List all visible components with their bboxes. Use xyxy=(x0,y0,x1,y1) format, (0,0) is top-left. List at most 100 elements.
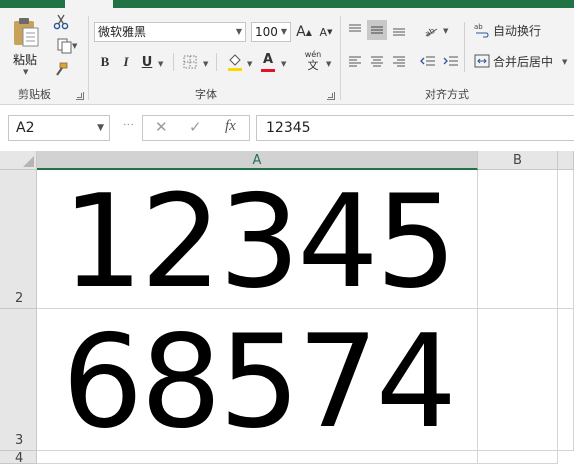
merge-center-label: 合并后居中 xyxy=(493,54,554,69)
align-left-button[interactable] xyxy=(345,51,365,71)
orientation-button[interactable]: ab xyxy=(420,20,442,40)
group-divider xyxy=(88,16,89,100)
group-divider xyxy=(340,16,341,100)
phonetic-sub-label: 文 xyxy=(307,59,319,72)
align-left-icon xyxy=(349,56,361,67)
font-launcher-icon[interactable] xyxy=(327,92,335,100)
formula-input[interactable]: 12345 xyxy=(256,115,574,141)
chevron-down-icon: ▼ xyxy=(280,27,287,36)
orientation-icon: ab xyxy=(423,26,438,37)
borders-button[interactable] xyxy=(181,53,199,71)
grow-font-button[interactable]: A ▲ xyxy=(296,22,312,42)
formula-bar: A2 ▼ ⋮ ✕ ✓ fx 12345 xyxy=(0,105,574,151)
scissors-icon xyxy=(53,14,69,30)
copy-icon xyxy=(57,38,72,54)
increase-indent-button[interactable] xyxy=(441,51,461,71)
cell-a4[interactable] xyxy=(37,451,478,464)
chevron-down-icon: ▼ xyxy=(235,27,242,36)
alignment-group-label: 对齐方式 xyxy=(425,88,469,101)
shrink-font-button[interactable]: A ▼ xyxy=(318,22,334,42)
divider xyxy=(216,53,217,71)
paste-button[interactable]: 粘贴 ▼ xyxy=(8,14,44,76)
row-header-3[interactable]: 3 xyxy=(0,309,37,451)
cell-b4[interactable] xyxy=(478,451,558,464)
copy-button[interactable]: ▼ xyxy=(52,37,78,55)
name-box[interactable]: A2 ▼ xyxy=(8,115,110,141)
cell-b3[interactable] xyxy=(478,309,558,451)
cut-button[interactable] xyxy=(52,13,70,31)
resize-handle-icon[interactable]: ⋮ xyxy=(122,119,135,130)
row-number: 3 xyxy=(15,433,24,448)
align-right-icon xyxy=(393,56,405,67)
format-painter-button[interactable] xyxy=(52,61,70,79)
cell-a3-value: 68574 xyxy=(61,308,457,457)
borders-icon xyxy=(183,55,197,69)
font-color-label: A xyxy=(262,51,274,67)
insert-function-button[interactable]: fx xyxy=(225,118,236,135)
row-header-4[interactable]: 4 xyxy=(0,451,37,466)
merge-center-button[interactable]: 合并后居中 ▼ xyxy=(474,51,570,71)
divider xyxy=(464,22,465,72)
formula-buttons: ✕ ✓ fx xyxy=(142,115,250,141)
cell-c2[interactable] xyxy=(558,170,574,309)
paste-dropdown-icon[interactable]: ▼ xyxy=(23,68,28,76)
chevron-down-icon[interactable]: ▼ xyxy=(97,117,104,139)
fill-color-button[interactable] xyxy=(226,51,244,73)
align-middle-button[interactable] xyxy=(367,20,387,40)
row-number: 2 xyxy=(15,291,24,306)
font-group-label: 字体 xyxy=(195,88,217,101)
phonetic-dropdown-icon[interactable]: ▼ xyxy=(326,60,331,68)
grow-font-label: A xyxy=(296,24,306,40)
cell-c3[interactable] xyxy=(558,309,574,451)
shrink-font-label: A xyxy=(319,25,328,39)
spreadsheet-grid: A B 2 12345 3 68574 4 xyxy=(0,151,574,466)
svg-text:ab: ab xyxy=(423,26,436,37)
fill-color-dropdown-icon[interactable]: ▼ xyxy=(247,60,252,68)
font-color-dropdown-icon[interactable]: ▼ xyxy=(281,60,286,68)
enter-icon[interactable]: ✓ xyxy=(189,118,202,136)
font-size-value: 100 xyxy=(255,25,278,39)
underline-dropdown-icon[interactable]: ▼ xyxy=(158,60,163,68)
name-box-value: A2 xyxy=(16,120,35,136)
font-color-button[interactable]: A xyxy=(259,51,277,73)
row-header-2[interactable]: 2 xyxy=(0,170,37,309)
align-bottom-icon xyxy=(393,28,405,36)
underline-button[interactable]: U xyxy=(139,53,155,71)
column-header-b[interactable]: B xyxy=(478,151,558,170)
font-size-select[interactable]: 100 ▼ xyxy=(251,22,291,42)
wrap-text-label: 自动换行 xyxy=(493,23,542,38)
italic-label: I xyxy=(123,54,129,69)
borders-dropdown-icon[interactable]: ▼ xyxy=(203,60,208,68)
phonetic-button[interactable]: wén 文 xyxy=(302,49,324,73)
phonetic-label: wén xyxy=(304,50,322,59)
cancel-icon[interactable]: ✕ xyxy=(155,118,168,136)
cell-b2[interactable] xyxy=(478,170,558,309)
align-right-button[interactable] xyxy=(389,51,409,71)
cell-a2-value: 12345 xyxy=(61,168,457,317)
orientation-dropdown-icon[interactable]: ▼ xyxy=(443,27,448,35)
merge-dropdown-icon[interactable]: ▼ xyxy=(562,58,567,66)
merge-center-icon xyxy=(474,54,490,68)
bold-button[interactable]: B xyxy=(97,53,113,71)
column-header-c[interactable] xyxy=(558,151,574,170)
font-name-value: 微软雅黑 xyxy=(98,25,147,39)
align-center-button[interactable] xyxy=(367,51,387,71)
paste-icon xyxy=(14,18,39,47)
decrease-indent-icon xyxy=(420,56,435,66)
font-name-select[interactable]: 微软雅黑 ▼ xyxy=(94,22,246,42)
align-bottom-button[interactable] xyxy=(389,20,409,40)
align-middle-icon xyxy=(371,26,383,34)
italic-button[interactable]: I xyxy=(118,53,134,71)
clipboard-launcher-icon[interactable] xyxy=(76,92,84,100)
copy-dropdown-icon: ▼ xyxy=(72,42,78,50)
ribbon: 粘贴 ▼ ▼ 剪贴板 微软雅黑 ▼ 100 ▼ A ▲ A ▼ B I U ▼ … xyxy=(0,8,574,105)
wrap-text-button[interactable]: ab 自动换行 xyxy=(474,20,570,40)
align-top-button[interactable] xyxy=(345,20,365,40)
decrease-indent-button[interactable] xyxy=(418,51,438,71)
bold-label: B xyxy=(100,54,110,69)
paintbrush-icon xyxy=(56,62,68,76)
select-all-button[interactable] xyxy=(0,151,37,170)
align-center-icon xyxy=(371,56,383,67)
active-tab-home[interactable] xyxy=(65,0,113,8)
clipboard-group-label: 剪贴板 xyxy=(18,88,51,101)
